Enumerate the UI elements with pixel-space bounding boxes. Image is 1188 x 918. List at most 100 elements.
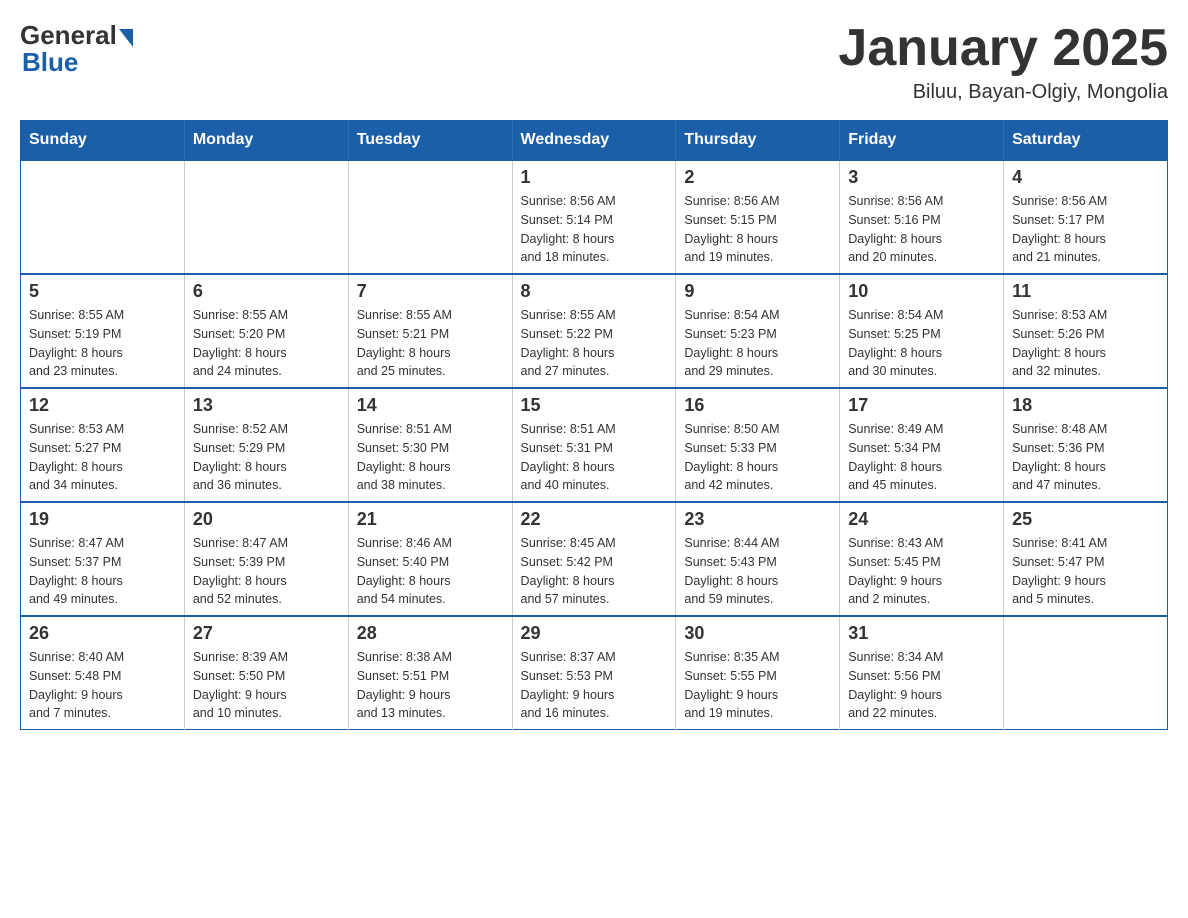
- day-of-week-header: Thursday: [676, 121, 840, 161]
- day-number: 27: [193, 623, 340, 644]
- day-info: Sunrise: 8:44 AM Sunset: 5:43 PM Dayligh…: [684, 534, 831, 609]
- logo-triangle-icon: [119, 29, 133, 47]
- calendar-day-cell: 7 Sunrise: 8:55 AM Sunset: 5:21 PM Daylig…: [348, 274, 512, 388]
- calendar-week-row: 19 Sunrise: 8:47 AM Sunset: 5:37 PM Dayli…: [21, 502, 1168, 616]
- day-number: 6: [193, 281, 340, 302]
- day-number: 7: [357, 281, 504, 302]
- calendar-day-cell: [348, 160, 512, 274]
- day-info: Sunrise: 8:55 AM Sunset: 5:19 PM Dayligh…: [29, 306, 176, 381]
- day-info: Sunrise: 8:39 AM Sunset: 5:50 PM Dayligh…: [193, 648, 340, 723]
- day-number: 26: [29, 623, 176, 644]
- logo: General Blue: [20, 20, 133, 78]
- day-number: 24: [848, 509, 995, 530]
- day-number: 30: [684, 623, 831, 644]
- day-of-week-header: Monday: [184, 121, 348, 161]
- calendar-day-cell: 29Sunrise: 8:37 AM Sunset: 5:53 PM Dayli…: [512, 616, 676, 730]
- day-info: Sunrise: 8:54 AM Sunset: 5:25 PM Dayligh…: [848, 306, 995, 381]
- calendar-day-cell: 30 Sunrise: 8:35 AM Sunset: 5:55 PM Dayli…: [676, 616, 840, 730]
- calendar-week-row: 12 Sunrise: 8:53 AM Sunset: 5:27 PM Dayli…: [21, 388, 1168, 502]
- day-info: Sunrise: 8:50 AM Sunset: 5:33 PM Dayligh…: [684, 420, 831, 495]
- day-info: Sunrise: 8:47 AM Sunset: 5:39 PM Dayligh…: [193, 534, 340, 609]
- day-number: 18: [1012, 395, 1159, 416]
- day-info: Sunrise: 8:56 AM Sunset: 5:17 PM Dayligh…: [1012, 192, 1159, 267]
- calendar-day-cell: 11Sunrise: 8:53 AM Sunset: 5:26 PM Dayli…: [1004, 274, 1168, 388]
- day-number: 12: [29, 395, 176, 416]
- calendar-day-cell: 16 Sunrise: 8:50 AM Sunset: 5:33 PM Dayli…: [676, 388, 840, 502]
- calendar-day-cell: 28Sunrise: 8:38 AM Sunset: 5:51 PM Dayli…: [348, 616, 512, 730]
- day-info: Sunrise: 8:47 AM Sunset: 5:37 PM Dayligh…: [29, 534, 176, 609]
- day-number: 13: [193, 395, 340, 416]
- day-info: Sunrise: 8:51 AM Sunset: 5:30 PM Dayligh…: [357, 420, 504, 495]
- calendar-day-cell: 26 Sunrise: 8:40 AM Sunset: 5:48 PM Dayli…: [21, 616, 185, 730]
- day-number: 15: [521, 395, 668, 416]
- day-number: 3: [848, 167, 995, 188]
- day-number: 17: [848, 395, 995, 416]
- page-header: General Blue January 2025 Biluu, Bayan-O…: [20, 20, 1168, 104]
- day-info: Sunrise: 8:56 AM Sunset: 5:16 PM Dayligh…: [848, 192, 995, 267]
- day-info: Sunrise: 8:45 AM Sunset: 5:42 PM Dayligh…: [521, 534, 668, 609]
- day-number: 5: [29, 281, 176, 302]
- calendar-day-cell: 21 Sunrise: 8:46 AM Sunset: 5:40 PM Dayli…: [348, 502, 512, 616]
- calendar-day-cell: [1004, 616, 1168, 730]
- day-info: Sunrise: 8:35 AM Sunset: 5:55 PM Dayligh…: [684, 648, 831, 723]
- calendar-day-cell: 27 Sunrise: 8:39 AM Sunset: 5:50 PM Dayli…: [184, 616, 348, 730]
- day-number: 31: [848, 623, 995, 644]
- day-number: 9: [684, 281, 831, 302]
- calendar-day-cell: 6 Sunrise: 8:55 AM Sunset: 5:20 PM Daylig…: [184, 274, 348, 388]
- day-of-week-header: Sunday: [21, 121, 185, 161]
- day-info: Sunrise: 8:43 AM Sunset: 5:45 PM Dayligh…: [848, 534, 995, 609]
- day-info: Sunrise: 8:51 AM Sunset: 5:31 PM Dayligh…: [521, 420, 668, 495]
- day-info: Sunrise: 8:54 AM Sunset: 5:23 PM Dayligh…: [684, 306, 831, 381]
- calendar-day-cell: [184, 160, 348, 274]
- calendar-day-cell: 12 Sunrise: 8:53 AM Sunset: 5:27 PM Dayli…: [21, 388, 185, 502]
- day-number: 2: [684, 167, 831, 188]
- calendar-day-cell: 22 Sunrise: 8:45 AM Sunset: 5:42 PM Dayli…: [512, 502, 676, 616]
- day-info: Sunrise: 8:41 AM Sunset: 5:47 PM Dayligh…: [1012, 534, 1159, 609]
- day-of-week-header: Saturday: [1004, 121, 1168, 161]
- calendar-day-cell: 19 Sunrise: 8:47 AM Sunset: 5:37 PM Dayli…: [21, 502, 185, 616]
- calendar-day-cell: 17 Sunrise: 8:49 AM Sunset: 5:34 PM Dayli…: [840, 388, 1004, 502]
- title-section: January 2025 Biluu, Bayan-Olgiy, Mongoli…: [838, 20, 1168, 104]
- calendar-table: SundayMondayTuesdayWednesdayThursdayFrid…: [20, 120, 1168, 730]
- day-info: Sunrise: 8:37 AM Sunset: 5:53 PM Dayligh…: [521, 648, 668, 723]
- calendar-day-cell: 15 Sunrise: 8:51 AM Sunset: 5:31 PM Dayli…: [512, 388, 676, 502]
- day-number: 11: [1012, 281, 1159, 302]
- month-title: January 2025: [838, 20, 1168, 77]
- day-of-week-header: Wednesday: [512, 121, 676, 161]
- day-number: 28: [357, 623, 504, 644]
- day-number: 19: [29, 509, 176, 530]
- calendar-day-cell: 5 Sunrise: 8:55 AM Sunset: 5:19 PM Daylig…: [21, 274, 185, 388]
- day-of-week-header: Tuesday: [348, 121, 512, 161]
- logo-blue-text: Blue: [22, 47, 78, 78]
- calendar-day-cell: 8Sunrise: 8:55 AM Sunset: 5:22 PM Daylig…: [512, 274, 676, 388]
- day-info: Sunrise: 8:49 AM Sunset: 5:34 PM Dayligh…: [848, 420, 995, 495]
- day-number: 21: [357, 509, 504, 530]
- calendar-day-cell: 14Sunrise: 8:51 AM Sunset: 5:30 PM Dayli…: [348, 388, 512, 502]
- day-number: 16: [684, 395, 831, 416]
- day-info: Sunrise: 8:56 AM Sunset: 5:14 PM Dayligh…: [521, 192, 668, 267]
- calendar-day-cell: 1Sunrise: 8:56 AM Sunset: 5:14 PM Daylig…: [512, 160, 676, 274]
- day-info: Sunrise: 8:46 AM Sunset: 5:40 PM Dayligh…: [357, 534, 504, 609]
- calendar-day-cell: 25Sunrise: 8:41 AM Sunset: 5:47 PM Dayli…: [1004, 502, 1168, 616]
- calendar-day-cell: 18 Sunrise: 8:48 AM Sunset: 5:36 PM Dayli…: [1004, 388, 1168, 502]
- day-number: 10: [848, 281, 995, 302]
- calendar-day-cell: [21, 160, 185, 274]
- day-info: Sunrise: 8:34 AM Sunset: 5:56 PM Dayligh…: [848, 648, 995, 723]
- day-number: 8: [521, 281, 668, 302]
- day-number: 23: [684, 509, 831, 530]
- calendar-day-cell: 9 Sunrise: 8:54 AM Sunset: 5:23 PM Daylig…: [676, 274, 840, 388]
- calendar-day-cell: 3 Sunrise: 8:56 AM Sunset: 5:16 PM Daylig…: [840, 160, 1004, 274]
- day-info: Sunrise: 8:40 AM Sunset: 5:48 PM Dayligh…: [29, 648, 176, 723]
- day-of-week-header: Friday: [840, 121, 1004, 161]
- day-info: Sunrise: 8:48 AM Sunset: 5:36 PM Dayligh…: [1012, 420, 1159, 495]
- day-info: Sunrise: 8:55 AM Sunset: 5:20 PM Dayligh…: [193, 306, 340, 381]
- calendar-week-row: 1Sunrise: 8:56 AM Sunset: 5:14 PM Daylig…: [21, 160, 1168, 274]
- calendar-day-cell: 31 Sunrise: 8:34 AM Sunset: 5:56 PM Dayli…: [840, 616, 1004, 730]
- calendar-day-cell: 13Sunrise: 8:52 AM Sunset: 5:29 PM Dayli…: [184, 388, 348, 502]
- calendar-day-cell: 24 Sunrise: 8:43 AM Sunset: 5:45 PM Dayli…: [840, 502, 1004, 616]
- day-number: 22: [521, 509, 668, 530]
- day-info: Sunrise: 8:55 AM Sunset: 5:21 PM Dayligh…: [357, 306, 504, 381]
- day-info: Sunrise: 8:53 AM Sunset: 5:27 PM Dayligh…: [29, 420, 176, 495]
- calendar-header-row: SundayMondayTuesdayWednesdayThursdayFrid…: [21, 121, 1168, 161]
- day-number: 4: [1012, 167, 1159, 188]
